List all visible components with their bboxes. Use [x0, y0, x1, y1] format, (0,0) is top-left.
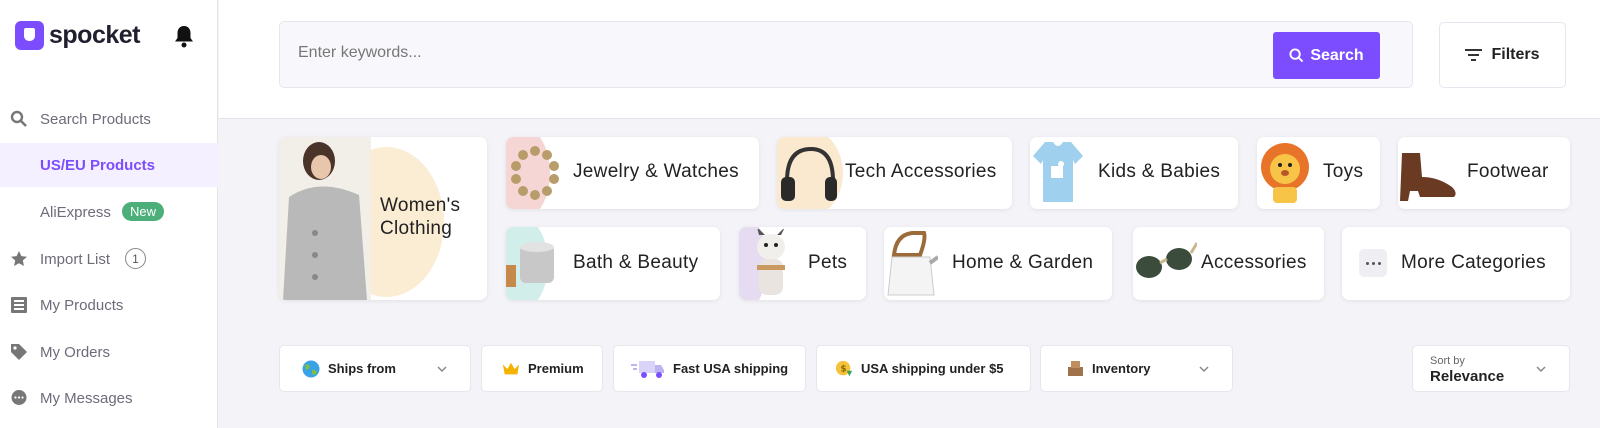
crown-icon	[502, 360, 520, 378]
globe-icon	[302, 360, 320, 378]
sidebar-item-my-messages[interactable]: My Messages	[0, 376, 218, 420]
headphones-icon	[781, 146, 837, 201]
box-icon	[1066, 360, 1084, 378]
baby-onesie-icon	[1033, 142, 1083, 202]
coin-icon: $	[835, 360, 853, 378]
more-dots-icon	[1359, 249, 1387, 277]
sidebar-item-label: Import List	[40, 250, 111, 268]
category-toys[interactable]: Toys	[1257, 137, 1380, 209]
pill-label: Premium	[528, 361, 584, 376]
svg-text:$: $	[840, 364, 846, 374]
category-kids-babies[interactable]: Kids & Babies	[1030, 137, 1238, 209]
usa-shipping-under-5-filter[interactable]: $ USA shipping under $5	[816, 345, 1031, 392]
search-button-label: Search	[1310, 46, 1364, 64]
search-input[interactable]	[298, 44, 1198, 62]
sidebar-item-us-eu-products[interactable]: US/EU Products	[0, 143, 218, 187]
sidebar-item-aliexpress[interactable]: AliExpress New	[0, 190, 218, 234]
star-icon	[10, 250, 28, 268]
chevron-down-icon	[1536, 366, 1546, 373]
fast-usa-shipping-filter[interactable]: Fast USA shipping	[613, 345, 806, 392]
sidebar-item-label: Search Products	[40, 110, 151, 128]
chevron-down-icon	[1199, 366, 1209, 373]
boot-icon	[1400, 153, 1456, 201]
filters-button[interactable]: Filters	[1439, 22, 1566, 88]
category-pets[interactable]: Pets	[739, 227, 866, 300]
sidebar-item-import-list[interactable]: Import List 1	[0, 237, 218, 281]
category-name: Accessories	[1201, 252, 1307, 273]
category-name: Pets	[808, 252, 848, 273]
top-bar: Search Filters	[219, 0, 1600, 119]
category-name: More Categories	[1401, 252, 1546, 273]
lion-toy-icon	[1261, 143, 1309, 203]
category-jewelry-watches[interactable]: Jewelry & Watches	[506, 137, 759, 209]
sidebar-item-label: My Orders	[40, 343, 111, 361]
search-icon	[10, 110, 28, 128]
category-womens-clothing[interactable]: Women's Clothing	[279, 137, 487, 300]
category-footwear[interactable]: Footwear	[1398, 137, 1570, 209]
bracelet-icon	[511, 146, 559, 200]
category-home-garden[interactable]: Home & Garden	[884, 227, 1112, 300]
new-badge: New	[122, 202, 165, 221]
logo[interactable]: spocket	[15, 21, 140, 50]
spocket-logo-icon	[15, 21, 44, 50]
premium-filter[interactable]: Premium	[481, 345, 603, 392]
inventory-dropdown[interactable]: Inventory	[1040, 345, 1233, 392]
sidebar-item-label: My Messages	[40, 389, 133, 407]
import-count-badge: 1	[125, 248, 146, 269]
candle-tin-icon	[506, 242, 554, 287]
pill-label: Fast USA shipping	[673, 361, 789, 376]
brand-name: spocket	[49, 21, 140, 49]
search-box: Search	[279, 21, 1413, 88]
filters-label: Filters	[1491, 46, 1540, 63]
sort-by-value: Relevance	[1430, 368, 1505, 385]
ships-from-dropdown[interactable]: Ships from	[279, 345, 471, 392]
sidebar-item-label: AliExpress	[40, 203, 111, 221]
sidebar-item-search-products[interactable]: Search Products	[0, 97, 218, 141]
bell-icon[interactable]	[173, 24, 195, 48]
category-name: Women's Clothing	[380, 195, 461, 239]
sort-by-dropdown[interactable]: Sort by Relevance	[1412, 345, 1570, 392]
list-icon	[10, 296, 28, 314]
pill-label: Ships from	[328, 361, 396, 376]
category-name: Footwear	[1467, 161, 1549, 182]
filter-icon	[1465, 49, 1483, 61]
tag-icon	[10, 343, 28, 361]
category-more-categories[interactable]: More Categories	[1342, 227, 1570, 300]
sidebar-item-label: My Products	[40, 296, 124, 314]
pill-label: USA shipping under $5	[861, 361, 1004, 376]
sidebar: spocket Search Products US/EU Products A…	[0, 0, 218, 428]
sort-by-label: Sort by	[1430, 355, 1465, 367]
woman-photo-icon	[279, 137, 371, 300]
category-name: Bath & Beauty	[573, 252, 699, 273]
category-bath-beauty[interactable]: Bath & Beauty	[506, 227, 720, 300]
dog-icon	[757, 229, 785, 295]
category-name: Kids & Babies	[1098, 161, 1221, 182]
category-accessories[interactable]: Accessories	[1133, 227, 1324, 300]
sidebar-item-my-orders[interactable]: My Orders	[0, 330, 218, 374]
category-name: Toys	[1323, 161, 1364, 182]
search-icon	[1289, 48, 1304, 63]
chat-icon	[10, 389, 28, 407]
truck-icon	[631, 360, 665, 378]
sidebar-item-my-products[interactable]: My Products	[0, 283, 218, 327]
sunglasses-icon	[1136, 242, 1197, 278]
kettle-icon	[887, 231, 938, 296]
category-tech-accessories[interactable]: Tech Accessories	[777, 137, 1012, 209]
pill-label: Inventory	[1092, 361, 1151, 376]
category-name: Jewelry & Watches	[573, 161, 739, 182]
sidebar-item-label: US/EU Products	[40, 156, 156, 174]
chevron-down-icon	[437, 366, 447, 373]
category-name: Tech Accessories	[845, 161, 997, 182]
search-button[interactable]: Search	[1273, 32, 1380, 79]
category-name: Home & Garden	[952, 252, 1094, 273]
